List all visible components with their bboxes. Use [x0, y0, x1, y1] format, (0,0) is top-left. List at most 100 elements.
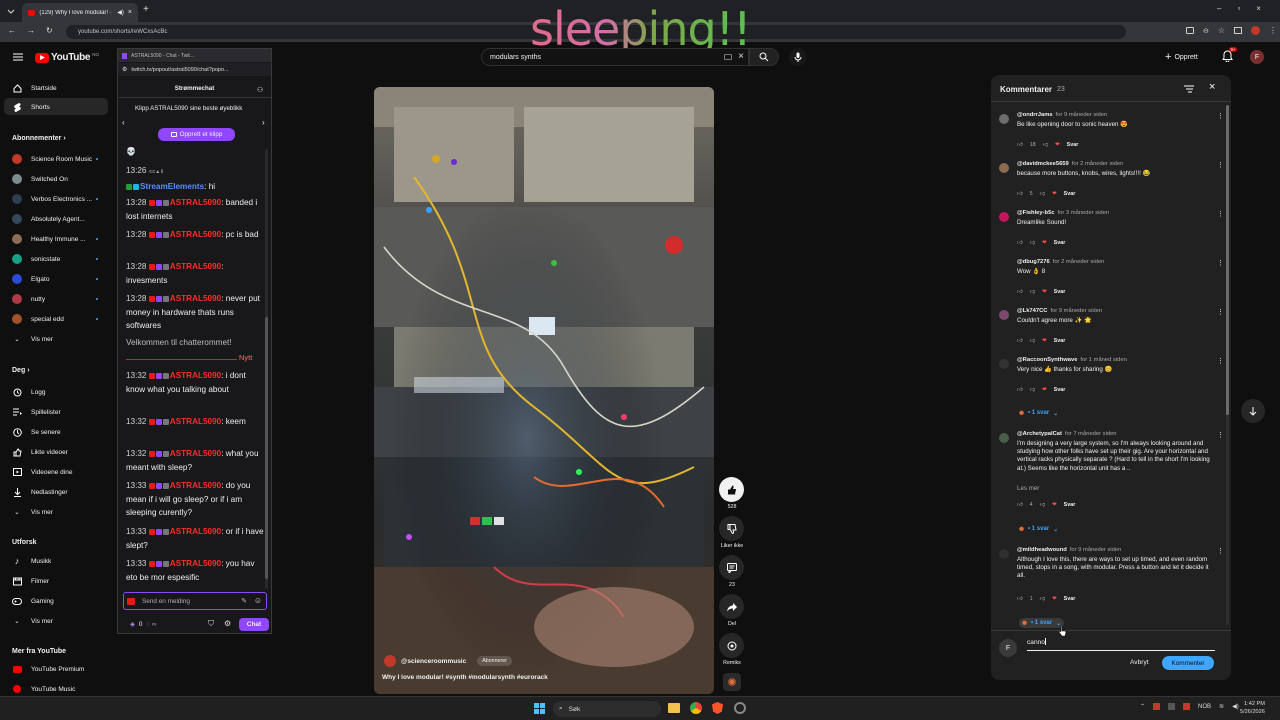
- notifications-button[interactable]: 9+: [1222, 47, 1238, 64]
- reload-button[interactable]: ↻: [46, 26, 53, 35]
- sidebar-item-gaming[interactable]: Gaming: [12, 595, 54, 607]
- chat-username[interactable]: ASTRAL5090: [170, 417, 221, 426]
- keyboard-language[interactable]: NOB: [1198, 704, 1211, 710]
- forward-button[interactable]: →: [27, 26, 35, 35]
- submit-comment-button[interactable]: Kommenter: [1162, 656, 1214, 670]
- chat-username[interactable]: ASTRAL5090: [170, 371, 221, 380]
- close-comments-icon[interactable]: ×: [1209, 81, 1215, 93]
- tray-chevron-icon[interactable]: ⌃: [1140, 703, 1145, 710]
- brave-icon[interactable]: [712, 702, 723, 714]
- reply-button[interactable]: Svar: [1064, 596, 1076, 602]
- sidebar-sub-item[interactable]: Science Room Music: [12, 153, 92, 165]
- search-button[interactable]: [749, 48, 779, 66]
- browser-menu-icon[interactable]: ⋮: [1269, 26, 1277, 35]
- sidebar-item-music[interactable]: ♪ Musikk: [12, 555, 51, 567]
- comment-more-icon[interactable]: ⋮: [1217, 357, 1224, 367]
- cast-icon[interactable]: [1186, 27, 1194, 34]
- show-replies-button[interactable]: ✺ • 1 svar ⌄: [1019, 524, 1058, 534]
- next-short-button[interactable]: [1241, 399, 1265, 423]
- comment-avatar[interactable]: [999, 212, 1009, 222]
- create-clip-button[interactable]: Opprett et klipp: [158, 128, 235, 141]
- comment-more-icon[interactable]: ⋮: [1217, 112, 1224, 122]
- create-button[interactable]: + Opprett: [1165, 50, 1198, 64]
- sidebar-sub-item[interactable]: Switched On: [12, 173, 68, 185]
- you-show-more[interactable]: ⌄ Vis mer: [12, 506, 53, 518]
- bookmark-star-icon[interactable]: ☆: [1218, 26, 1225, 35]
- chat-username[interactable]: ASTRAL5090: [170, 559, 221, 568]
- new-tab-button[interactable]: +: [143, 4, 149, 15]
- sidebar-item-watch-later[interactable]: Se senere: [12, 426, 61, 438]
- comment-avatar[interactable]: [999, 163, 1009, 173]
- comment-more-icon[interactable]: ⋮: [1217, 259, 1224, 269]
- comment-author[interactable]: @Fishley-b5c for 3 måneder siden: [1017, 210, 1109, 216]
- user-avatar[interactable]: F: [1250, 50, 1264, 64]
- comment-dislike-icon[interactable]: 👎︎: [1040, 596, 1045, 602]
- tab-audio-icon[interactable]: ◀): [117, 9, 124, 16]
- maximize-button[interactable]: ▫: [1237, 4, 1240, 13]
- sidebar-sub-item[interactable]: special edd: [12, 313, 64, 325]
- chrome-icon[interactable]: [690, 702, 702, 714]
- explore-show-more[interactable]: ⌄ Vis mer: [12, 615, 53, 627]
- comment-avatar[interactable]: [999, 261, 1009, 271]
- show-replies-button[interactable]: ✺ • 1 svar ⌄: [1019, 408, 1058, 418]
- sidebar-item-liked[interactable]: Likte videoer: [12, 446, 68, 458]
- sidebar-item-films[interactable]: Filmer: [12, 575, 49, 587]
- like-button[interactable]: [719, 477, 744, 502]
- comment-author[interactable]: @davidmckee5659 for 2 måneder siden: [1017, 161, 1123, 167]
- shield-icon[interactable]: ⛉: [208, 619, 214, 629]
- share-button[interactable]: [719, 594, 744, 619]
- chat-username[interactable]: ASTRAL5090: [170, 527, 221, 536]
- chat-username[interactable]: ASTRAL5090: [170, 230, 221, 239]
- comment-dislike-icon[interactable]: 👎︎: [1040, 191, 1045, 197]
- comment-author[interactable]: @ArchetypalCat for 7 måneder siden: [1017, 431, 1117, 437]
- clip-prev-icon[interactable]: ‹: [122, 118, 125, 127]
- search-box[interactable]: modulars synths ×: [481, 48, 749, 66]
- shorts-video-player[interactable]: @scienceroommusic Abonnerer Why I love m…: [374, 87, 714, 694]
- reply-button[interactable]: Svar: [1064, 502, 1076, 508]
- sidebar-sub-item[interactable]: Verbos Electronics ...: [12, 193, 92, 205]
- comment-author[interactable]: @dbug7276 for 2 måneder siden: [1017, 259, 1104, 265]
- chat-username[interactable]: ASTRAL5090: [170, 481, 221, 490]
- sidebar-item-yt-music[interactable]: YouTube Music: [12, 683, 75, 695]
- sidebar-item-downloads[interactable]: Nedlastinger: [12, 486, 68, 498]
- comments-button[interactable]: [719, 555, 744, 580]
- sidebar-sub-item[interactable]: sonicstate: [12, 253, 60, 265]
- sidebar-item-shorts[interactable]: Shorts: [12, 101, 50, 113]
- reply-button[interactable]: Svar: [1054, 240, 1066, 246]
- file-explorer-icon[interactable]: [668, 703, 680, 713]
- chat-username[interactable]: ASTRAL5090: [170, 262, 221, 271]
- browser-tab-active[interactable]: (129) Why I love modular! · ◀) ×: [22, 3, 138, 22]
- comment-dislike-icon[interactable]: 👎︎: [1043, 142, 1048, 148]
- chat-username[interactable]: ASTRAL5090: [170, 294, 221, 303]
- cancel-comment-button[interactable]: Avbryt: [1130, 659, 1149, 666]
- comment-like-icon[interactable]: 👍︎: [1017, 338, 1023, 344]
- wifi-icon[interactable]: ≋: [1219, 703, 1224, 710]
- sidebar-item-home[interactable]: Startside: [12, 82, 57, 94]
- chat-username[interactable]: ASTRAL5090: [170, 198, 221, 207]
- sidebar-sub-item[interactable]: nutty: [12, 293, 45, 305]
- popup-url-bar[interactable]: ⚙ twitch.tv/popout/astral5090/chat?popo.…: [118, 63, 271, 76]
- chat-username[interactable]: StreamElements: [140, 182, 204, 191]
- you-header[interactable]: Deg ›: [12, 367, 30, 374]
- reply-button[interactable]: Svar: [1054, 387, 1066, 393]
- comment-author[interactable]: @Lk747CC for 9 måneder siden: [1017, 308, 1102, 314]
- sidebar-item-playlists[interactable]: Spillelister: [12, 406, 61, 418]
- youtube-logo[interactable]: YouTube NO: [35, 52, 99, 63]
- comment-more-icon[interactable]: ⋮: [1217, 161, 1224, 171]
- channel-name[interactable]: @scienceroommusic: [401, 658, 466, 665]
- comment-like-icon[interactable]: 👍︎: [1017, 142, 1023, 148]
- read-more-link[interactable]: Les mer: [1017, 485, 1039, 492]
- search-input[interactable]: modulars synths: [490, 54, 541, 61]
- comment-like-icon[interactable]: 👍︎: [1017, 289, 1023, 295]
- subs-show-more[interactable]: ⌄ Vis mer: [12, 333, 53, 345]
- comment-like-icon[interactable]: 👍︎: [1017, 596, 1023, 602]
- reply-button[interactable]: Svar: [1054, 289, 1066, 295]
- remix-button[interactable]: [719, 633, 744, 658]
- comment-like-icon[interactable]: 👍︎: [1017, 191, 1023, 197]
- minimize-button[interactable]: –: [1217, 4, 1221, 13]
- chat-input[interactable]: Send en melding ✎ ☺: [123, 592, 267, 610]
- tray-app-icon[interactable]: [1153, 703, 1161, 710]
- comment-more-icon[interactable]: ⋮: [1217, 547, 1224, 557]
- sidebar-sub-item[interactable]: Elgato: [12, 273, 49, 285]
- comment-author[interactable]: @mildheadwound for 9 måneder siden: [1017, 547, 1121, 553]
